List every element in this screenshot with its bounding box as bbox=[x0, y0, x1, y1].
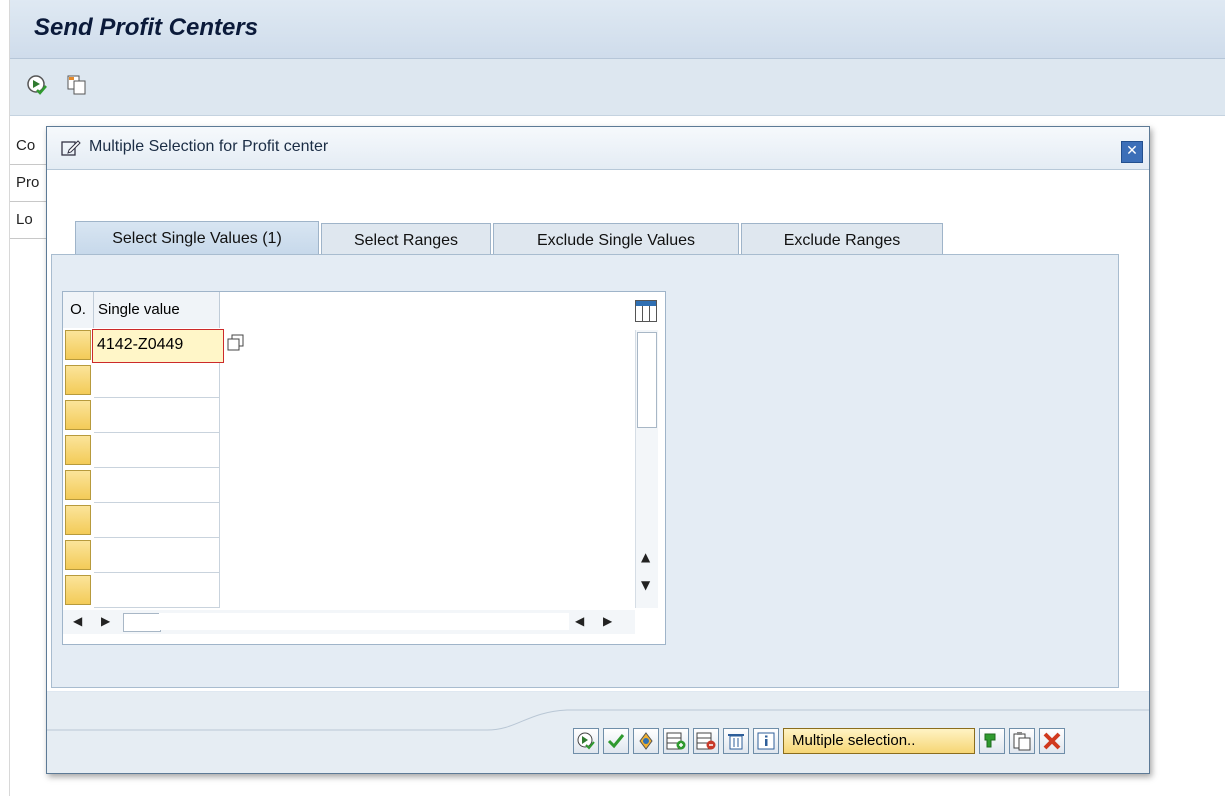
background-field-labels: Co Pro Lo bbox=[10, 128, 50, 239]
value-cell[interactable] bbox=[94, 503, 220, 538]
scroll-right-arrow-icon[interactable]: ▶ bbox=[603, 614, 612, 628]
window-left-edge bbox=[0, 0, 10, 796]
cancel-icon[interactable] bbox=[1039, 728, 1065, 754]
scroll-up-arrow-icon[interactable]: ▲ bbox=[641, 550, 650, 564]
import-icon[interactable] bbox=[633, 728, 659, 754]
check-icon[interactable] bbox=[603, 728, 629, 754]
values-table: O. Single value 4142-Z0449 ▲ ▼ ◀ ▶ ◀ ▶ bbox=[62, 291, 666, 645]
trash-icon[interactable] bbox=[723, 728, 749, 754]
horizontal-scroll-track[interactable] bbox=[159, 613, 569, 630]
tab-select-single-values[interactable]: Select Single Values (1) bbox=[75, 221, 319, 256]
row-select-button[interactable] bbox=[65, 400, 91, 430]
background-label: Co bbox=[10, 128, 50, 165]
copy-value-icon[interactable] bbox=[227, 334, 245, 352]
column-header-single-value[interactable]: Single value bbox=[94, 292, 220, 328]
value-cell[interactable] bbox=[94, 398, 220, 433]
table-row bbox=[63, 433, 221, 468]
tab-exclude-single-values[interactable]: Exclude Single Values bbox=[493, 223, 739, 256]
page-title: Send Profit Centers bbox=[34, 14, 259, 41]
row-select-button[interactable] bbox=[65, 540, 91, 570]
vertical-scroll-thumb[interactable] bbox=[637, 332, 657, 428]
info-icon[interactable] bbox=[753, 728, 779, 754]
row-select-button[interactable] bbox=[65, 330, 91, 360]
multiple-selection-dialog: Multiple Selection for Profit center ✕ S… bbox=[46, 126, 1150, 774]
multiple-selection-button[interactable]: Multiple selection.. bbox=[783, 728, 975, 754]
tab-exclude-ranges[interactable]: Exclude Ranges bbox=[741, 223, 943, 256]
table-row bbox=[63, 503, 221, 538]
scroll-left-arrow-icon[interactable]: ◀ bbox=[575, 614, 584, 628]
table-row bbox=[63, 398, 221, 433]
background-label: Lo bbox=[10, 202, 50, 239]
value-cell[interactable] bbox=[94, 538, 220, 573]
row-select-button[interactable] bbox=[65, 575, 91, 605]
row-select-button[interactable] bbox=[65, 470, 91, 500]
footer-swoosh bbox=[47, 709, 1149, 732]
value-cell[interactable] bbox=[94, 363, 220, 398]
horizontal-scrollbar[interactable]: ◀ ▶ ◀ ▶ bbox=[63, 610, 635, 634]
horizontal-scroll-thumb[interactable] bbox=[123, 613, 161, 632]
value-cell[interactable] bbox=[94, 433, 220, 468]
dialog-title: Multiple Selection for Profit center bbox=[89, 138, 329, 155]
value-cell[interactable] bbox=[94, 573, 220, 608]
row-select-button[interactable] bbox=[65, 435, 91, 465]
table-row bbox=[63, 538, 221, 573]
edit-window-icon bbox=[61, 139, 81, 157]
row-select-button[interactable] bbox=[65, 365, 91, 395]
row-select-button[interactable] bbox=[65, 505, 91, 535]
execute-icon[interactable] bbox=[573, 728, 599, 754]
column-settings-icon[interactable] bbox=[635, 300, 657, 322]
application-toolbar bbox=[10, 59, 1225, 116]
insert-row-icon[interactable] bbox=[663, 728, 689, 754]
vertical-scrollbar[interactable]: ▲ ▼ bbox=[635, 330, 658, 608]
single-value-input[interactable] bbox=[93, 330, 213, 360]
table-row bbox=[63, 328, 244, 363]
close-icon[interactable]: ✕ bbox=[1121, 141, 1143, 163]
paste-icon[interactable] bbox=[1009, 728, 1035, 754]
copy-variant-icon[interactable] bbox=[66, 74, 88, 96]
delete-row-icon[interactable] bbox=[693, 728, 719, 754]
column-header-option[interactable]: O. bbox=[63, 292, 94, 328]
dialog-title-bar[interactable]: Multiple Selection for Profit center ✕ bbox=[47, 127, 1149, 170]
scroll-right-arrow-icon[interactable]: ▶ bbox=[101, 614, 110, 628]
table-row bbox=[63, 363, 221, 398]
scroll-left-arrow-icon[interactable]: ◀ bbox=[73, 614, 82, 628]
main-title-bar: Send Profit Centers bbox=[10, 0, 1225, 59]
single-values-panel: O. Single value 4142-Z0449 ▲ ▼ ◀ ▶ ◀ ▶ bbox=[51, 254, 1119, 688]
scroll-down-arrow-icon[interactable]: ▼ bbox=[641, 578, 650, 592]
table-row bbox=[63, 573, 221, 608]
table-row bbox=[63, 468, 221, 503]
execute-icon[interactable] bbox=[26, 74, 48, 96]
value-cell[interactable] bbox=[94, 468, 220, 503]
take-values-icon[interactable] bbox=[979, 728, 1005, 754]
background-label: Pro bbox=[10, 165, 50, 202]
value-cell[interactable] bbox=[92, 329, 224, 363]
tab-select-ranges[interactable]: Select Ranges bbox=[321, 223, 491, 256]
